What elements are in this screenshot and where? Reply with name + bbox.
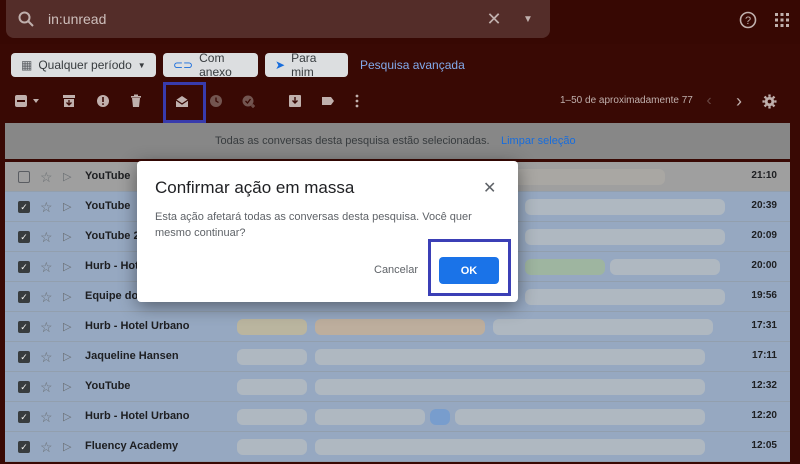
cancel-button[interactable]: Cancelar [374, 264, 418, 276]
dialog-title: Confirmar ação em massa [155, 178, 355, 197]
highlight-box [428, 239, 511, 296]
close-icon[interactable]: ✕ [483, 178, 496, 198]
dialog-body: Esta ação afetará todas as conversas des… [155, 211, 472, 239]
